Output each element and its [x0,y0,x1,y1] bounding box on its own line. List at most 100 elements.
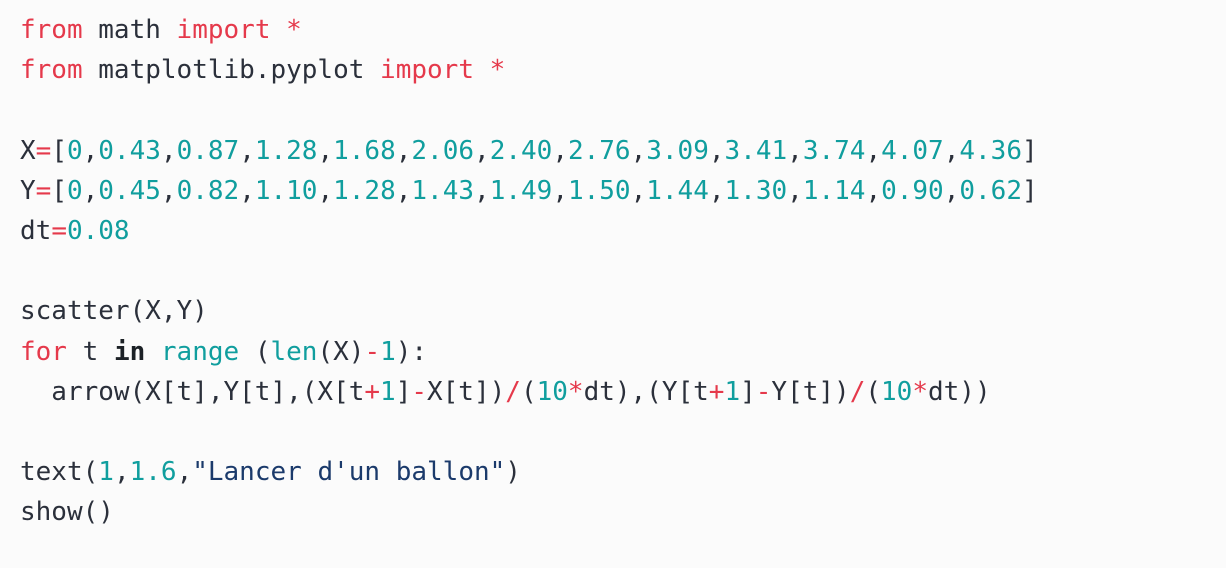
code-token-op: = [35,135,52,166]
code-token-punct: , [160,175,177,206]
code-token-plain: Y [20,175,36,206]
code-token-op: = [51,215,67,246]
code-token-kw: * [286,15,302,45]
code-token-num: 1.49 [489,175,553,206]
code-token-plain: ( [865,376,882,407]
code-token-punct: , [239,135,255,166]
code-token-num: 3.41 [724,135,788,166]
code-token-num: 0.43 [98,135,161,166]
code-token-kw: * [489,55,506,86]
code-token-builtin: len [270,336,318,367]
code-token-punct: , [630,135,647,166]
code-token-punct: , [552,175,568,206]
code-token-punct: , [787,175,803,206]
code-token-punct: [ [51,175,67,206]
code-token-kw: for [20,336,67,367]
code-token-num: 3.09 [646,135,709,166]
code-token-num: 0 [66,175,83,206]
code-token-punct: , [395,175,412,206]
code-token-punct: , [865,135,882,166]
code-token-punct: , [787,135,803,166]
code-token-op: * [567,376,584,407]
code-token-num: 1 [380,336,396,367]
code-token-num: 0 [66,135,83,166]
code-token-num: 1 [724,376,741,407]
code-token-num: 3.74 [802,135,866,166]
code-token-num: 1.43 [411,175,475,206]
code-token-op: + [708,376,725,407]
code-token-plain: math [82,15,177,45]
code-token-op: * [912,376,928,407]
code-token-plain: text( [20,457,99,488]
code-token-punct: ): [395,336,428,367]
code-token-num: 1.10 [254,175,318,206]
code-token-num: 0.08 [66,215,130,246]
code-token-op: - [364,336,381,367]
code-listing: from math import * from matplotlib.pyplot… [0,0,1226,568]
code-token-punct: , [239,175,255,206]
code-token-plain: , [113,457,130,488]
code-token-op: - [755,376,772,407]
code-token-str: "Lancer d'un ballon" [192,457,506,488]
code-token-punct: , [160,135,177,166]
code-token-punct: , [82,175,99,206]
code-token-op: / [505,376,521,407]
code-token-plain: dt),(Y[t [583,376,709,407]
code-line: arrow(X[t],Y[t],(X[t+1]-X[t])/(10*dt),(Y… [20,372,1226,412]
code-token-plain: , [176,457,193,488]
code-token-num: 1.14 [802,175,866,206]
code-token-kw: import [176,15,271,45]
code-token-plain: show() [20,497,114,528]
code-token-num: 1.6 [129,457,177,488]
code-token-op: = [35,175,52,206]
code-token-punct: (X) [317,336,365,367]
code-token-punct: ] [1022,135,1038,166]
code-token-punct: ] [1022,175,1038,206]
code-token-punct: , [317,175,334,206]
code-token-punct: , [708,175,725,206]
code-token-num: 1.30 [724,175,788,206]
code-token-num: 1.28 [333,175,396,206]
code-token-punct: , [317,135,334,166]
code-token-plain: dt)) [927,376,991,407]
code-token-op: - [411,376,427,407]
code-token-num: 0.87 [176,135,240,166]
code-token-plain: arrow(X[t],Y[t],(X[t [20,376,365,407]
code-token-builtin: range [160,336,240,367]
code-token-punct: , [82,135,99,166]
code-token-num: 1 [380,376,396,407]
code-token-punct: , [943,175,960,206]
code-token-plain: ) [505,457,521,488]
code-token-plain: Y[t]) [771,376,850,407]
code-token-punct: , [474,135,490,166]
code-line: Y=[0,0.45,0.82,1.10,1.28,1.43,1.49,1.50,… [20,171,1226,211]
code-token-plain: scatter(X,Y) [20,296,208,327]
code-token-num: 0.62 [959,175,1022,206]
code-token-num: 1.44 [646,175,709,206]
code-token-punct: , [943,135,960,166]
code-token-plain: X[t]) [427,376,506,407]
code-line: show() [20,492,1226,532]
code-token-kw: from [20,55,83,86]
code-token-num: 4.07 [881,135,944,166]
code-token-num: 1.50 [567,175,631,206]
code-line: from math import * [20,10,1226,50]
code-token-plain: ( [520,376,537,407]
code-token-num: 0.82 [176,175,240,206]
code-token-num: 4.36 [959,135,1022,166]
code-token-punct: , [865,175,882,206]
code-token-punct: , [395,135,412,166]
code-token-op: + [364,376,381,407]
code-token-punct: , [630,175,647,206]
code-token-plain: dt [20,215,52,246]
code-token-punct: , [708,135,725,166]
code-token-kw: from [20,15,83,45]
code-token-plain: ] [395,376,412,407]
code-token-num: 10 [536,376,568,407]
code-token-kw-bold: in [113,336,146,367]
code-line: scatter(X,Y) [20,291,1226,331]
